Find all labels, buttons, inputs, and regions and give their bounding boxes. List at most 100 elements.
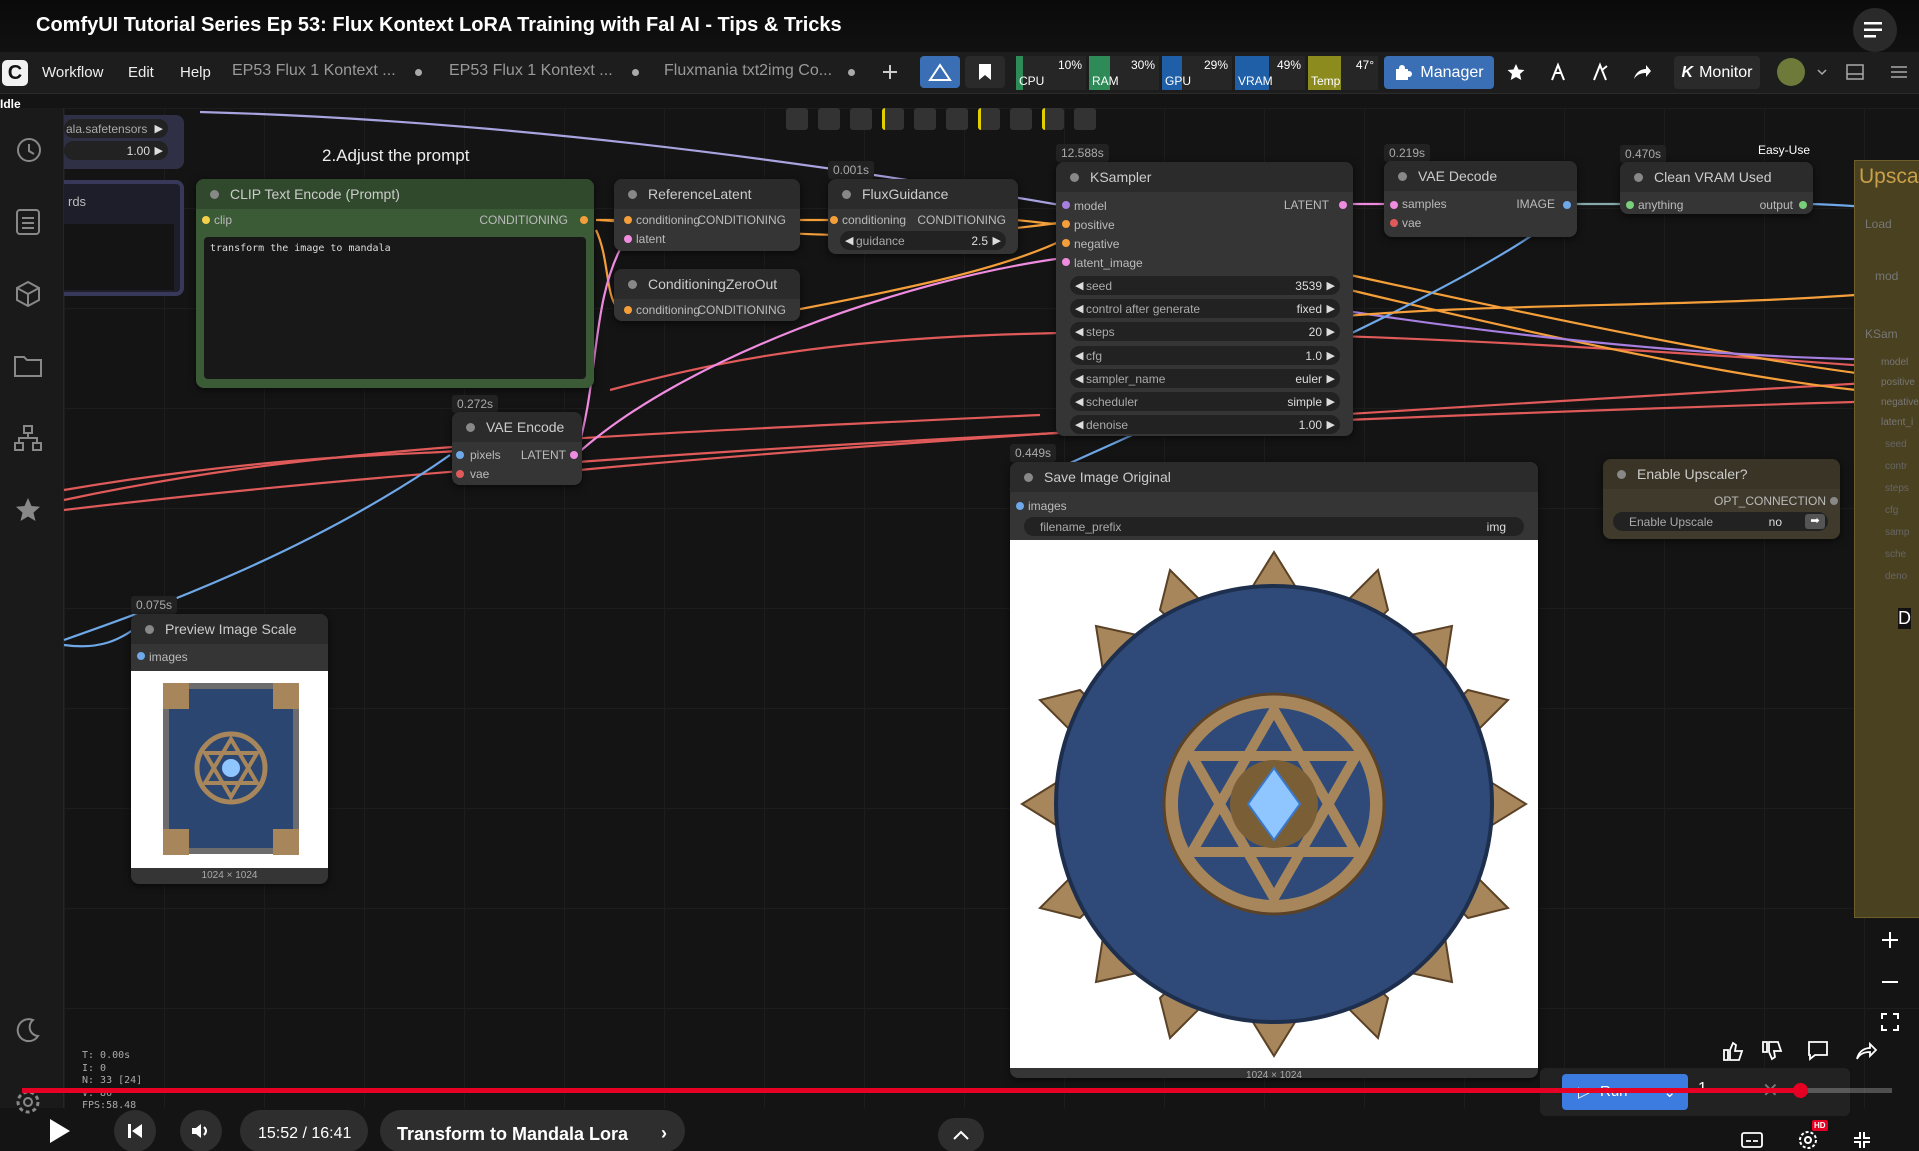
widget-value: euler <box>1295 371 1322 386</box>
increment-arrow-icon[interactable]: ▶ <box>1327 349 1335 362</box>
increment-arrow-icon[interactable]: ▶ <box>1327 302 1335 315</box>
clean-in-dot[interactable] <box>1626 201 1634 209</box>
ksampler-in-dot-model[interactable] <box>1062 201 1070 209</box>
filename-prefix-widget[interactable]: filename_prefix img <box>1024 517 1524 536</box>
play-icon[interactable] <box>38 1110 80 1151</box>
ref-in2-dot[interactable] <box>624 235 632 243</box>
decode-out-dot[interactable] <box>1563 201 1571 209</box>
chapter-button[interactable]: Transform to Mandala Lora › <box>380 1110 685 1151</box>
increment-arrow-icon[interactable]: ▶ <box>1327 418 1335 431</box>
ksampler-widget-control-after-generate[interactable]: ◀ control after generate fixed ▶ <box>1070 299 1340 319</box>
decrement-arrow-icon[interactable]: ◀ <box>1075 302 1083 315</box>
guidance-label: guidance <box>856 234 905 248</box>
like-icon[interactable] <box>1713 1035 1753 1067</box>
subtitles-icon[interactable] <box>1732 1128 1772 1151</box>
ksampler-in-label-negative: negative <box>1074 237 1120 251</box>
settings-icon[interactable] <box>1788 1128 1828 1151</box>
encode-in2-dot[interactable] <box>456 470 464 478</box>
prompt-textarea[interactable]: transform the image to mandala <box>204 237 586 379</box>
increment-arrow-icon[interactable]: ▶ <box>1327 372 1335 385</box>
screen: ComfyUI Tutorial Series Ep 53: Flux Kont… <box>0 0 1919 1151</box>
save-image-title: Save Image Original <box>1010 462 1538 492</box>
ref-in2-label: latent <box>636 232 666 246</box>
guidance-in-dot[interactable] <box>830 216 838 224</box>
decrement-arrow-icon[interactable]: ◀ <box>1075 349 1083 362</box>
decrement-arrow-icon[interactable]: ◀ <box>1075 418 1083 431</box>
decode-in1-dot[interactable] <box>1390 201 1398 209</box>
reference-latent-node[interactable]: ReferenceLatent conditioning CONDITIONIN… <box>614 179 800 251</box>
encode-in1-dot[interactable] <box>456 451 464 459</box>
ksampler-widget-denoise[interactable]: ◀ denoise 1.00 ▶ <box>1070 415 1340 435</box>
chevron-up-icon[interactable] <box>938 1118 984 1151</box>
ref-in1-dot[interactable] <box>624 216 632 224</box>
increment-arrow-icon[interactable]: ▶ <box>1327 325 1335 338</box>
cond-zero-title: ConditioningZeroOut <box>614 269 800 299</box>
decrement-arrow-icon[interactable]: ◀ <box>1075 279 1083 292</box>
decode-out-label: IMAGE <box>1516 197 1555 211</box>
vae-decode-node[interactable]: VAE Decode samples IMAGE vae <box>1384 161 1577 237</box>
comments-icon[interactable] <box>1798 1035 1838 1067</box>
lora-name-widget[interactable]: ala.safetensors ▶ <box>64 119 168 138</box>
zoom-in-icon[interactable] <box>1870 924 1910 956</box>
volume-icon[interactable] <box>180 1110 222 1151</box>
ksampler-widget-cfg[interactable]: ◀ cfg 1.0 ▶ <box>1070 345 1340 365</box>
vae-encode-node[interactable]: VAE Encode pixels LATENT vae <box>452 412 582 485</box>
ksampler-in-dot-negative[interactable] <box>1062 239 1070 247</box>
ksampler-title: KSampler <box>1056 162 1353 192</box>
preview-image-node[interactable]: Preview Image Scale images 1024 × 1024 <box>131 614 328 884</box>
ksampler-widget-scheduler[interactable]: ◀ scheduler simple ▶ <box>1070 392 1340 411</box>
preview-in-dot[interactable] <box>137 652 145 660</box>
enable-upscale-toggle[interactable]: Enable Upscale no ➡ <box>1613 512 1828 531</box>
conditioning-zero-out-node[interactable]: ConditioningZeroOut conditioning CONDITI… <box>614 269 800 321</box>
video-progress-bar[interactable] <box>22 1083 1892 1098</box>
widget-value: fixed <box>1296 302 1322 317</box>
preview-image[interactable] <box>131 671 328 868</box>
zero-in-dot[interactable] <box>624 306 632 314</box>
clip-in-dot[interactable] <box>202 216 210 224</box>
ksampler-in-dot-latent_image[interactable] <box>1062 258 1070 266</box>
save-image-node[interactable]: Save Image Original images filename_pref… <box>1010 462 1538 1081</box>
upscale-port-1: positive <box>1881 377 1915 388</box>
decode-in2-dot[interactable] <box>1390 219 1398 227</box>
increment-arrow-icon[interactable]: ▶ <box>1327 395 1335 408</box>
ksampler-widget-seed[interactable]: ◀ seed 3539 ▶ <box>1070 276 1340 295</box>
encode-out-dot[interactable] <box>570 451 578 459</box>
enable-upscaler-node[interactable]: Enable Upscaler? OPT_CONNECTION Enable U… <box>1603 459 1840 539</box>
fit-view-icon[interactable] <box>1870 1006 1910 1038</box>
clean-out-dot[interactable] <box>1799 201 1807 209</box>
ksampler-out-dot[interactable] <box>1339 201 1347 209</box>
ksampler-in-dot-positive[interactable] <box>1062 220 1070 228</box>
widget-label: seed <box>1086 279 1113 293</box>
guidance-widget[interactable]: ◀ guidance 2.5 ▶ <box>840 231 1006 250</box>
lora-strength-widget[interactable]: 1.00 ▶ <box>64 141 168 160</box>
enable-upscaler-out-dot[interactable] <box>1830 497 1838 505</box>
group-partial-label: rds <box>68 194 87 209</box>
ksampler-widget-sampler-name[interactable]: ◀ sampler_name euler ▶ <box>1070 368 1340 388</box>
text-area-partial[interactable] <box>64 224 174 290</box>
exit-fullscreen-icon[interactable] <box>1842 1128 1882 1151</box>
output-image[interactable] <box>1010 540 1538 1068</box>
ksampler-in-label-model: model <box>1074 199 1107 213</box>
ksampler-widget-steps[interactable]: ◀ steps 20 ▶ <box>1070 322 1340 342</box>
lora-strength: 1.00 <box>126 144 150 158</box>
ksampler-in-label-latent_image: latent_image <box>1074 256 1143 270</box>
flux-guidance-node[interactable]: FluxGuidance conditioning CONDITIONING ◀… <box>828 179 1018 254</box>
upscale-load-text: Load <box>1865 217 1892 231</box>
clip-out-dot[interactable] <box>580 216 588 224</box>
clip-out-label: CONDITIONING <box>479 213 568 227</box>
previous-icon[interactable] <box>114 1110 156 1151</box>
zoom-out-icon[interactable] <box>1870 966 1910 998</box>
upscale-widget-2: steps <box>1885 483 1909 494</box>
decrement-arrow-icon[interactable]: ◀ <box>1075 325 1083 338</box>
save-in-dot[interactable] <box>1016 502 1024 510</box>
decrement-arrow-icon[interactable]: ◀ <box>1075 395 1083 408</box>
ksampler-node[interactable]: KSampler LATENT model positive negative lat… <box>1056 162 1353 436</box>
increment-arrow-icon[interactable]: ▶ <box>1327 279 1335 292</box>
dislike-icon[interactable] <box>1752 1035 1792 1067</box>
decrement-arrow-icon[interactable]: ◀ <box>1075 372 1083 385</box>
share-icon[interactable] <box>1846 1035 1886 1067</box>
arrow-right-icon[interactable]: ➡ <box>1805 514 1825 529</box>
upscale-port-2: negative <box>1881 397 1919 408</box>
clip-text-encode-node[interactable]: CLIP Text Encode (Prompt) clip CONDITION… <box>196 179 594 388</box>
clean-vram-node[interactable]: Clean VRAM Used anything output <box>1620 162 1813 214</box>
